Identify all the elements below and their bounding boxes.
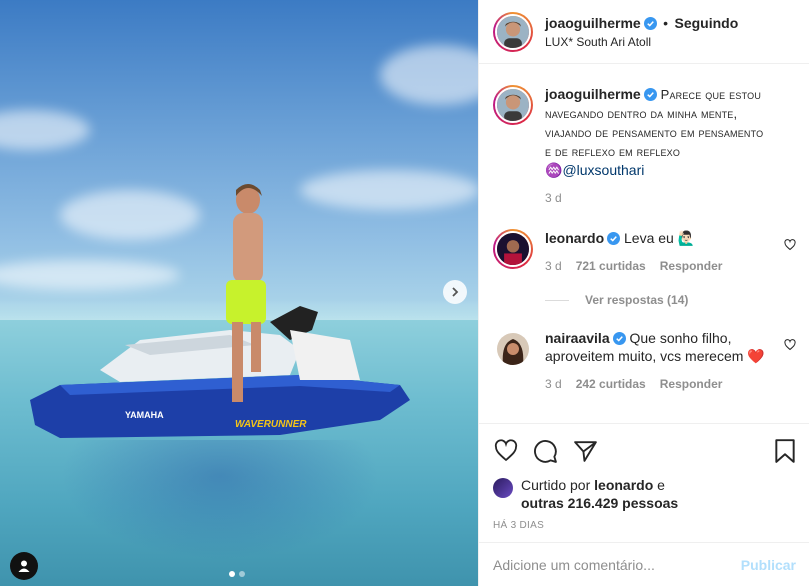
author-avatar[interactable] <box>493 11 533 52</box>
liker-username[interactable]: leonardo <box>594 477 653 493</box>
view-replies-label: Ver respostas (14) <box>585 293 689 307</box>
liked-by-connector: e <box>657 477 665 493</box>
reply-button[interactable]: Responder <box>660 257 723 275</box>
liker-avatar[interactable] <box>493 478 513 498</box>
add-comment-bar: Publicar <box>479 542 809 586</box>
post-side-panel: joaoguilherme • Seguindo LUX* South Ari … <box>478 0 809 586</box>
separator-dot: • <box>663 14 669 31</box>
verified-badge-icon <box>607 232 621 245</box>
send-icon <box>574 440 597 462</box>
verified-badge-icon <box>643 16 657 30</box>
avatar-photo <box>497 15 529 48</box>
comment-username[interactable]: leonardo <box>545 230 604 246</box>
comment-time: 3 d <box>545 259 562 273</box>
liked-by-prefix: Curtido por <box>521 477 591 493</box>
mention-link[interactable]: @luxsouthari <box>562 162 644 178</box>
save-button[interactable] <box>770 436 796 466</box>
view-replies-button[interactable]: Ver respostas (14) <box>545 293 796 307</box>
comment-likes[interactable]: 242 curtidas <box>576 375 646 393</box>
svg-text:WAVERUNNER: WAVERUNNER <box>235 419 307 430</box>
likes-count-link[interactable]: outras 216.429 pessoas <box>521 495 678 511</box>
caption-username[interactable]: joaoguilherme <box>545 86 641 102</box>
post-timestamp[interactable]: HÁ 3 DIAS <box>493 520 796 531</box>
comment-bubble-icon <box>534 439 557 463</box>
verified-badge-icon <box>643 88 657 101</box>
avatar-photo <box>497 333 529 365</box>
aquarius-emoji: ♒ <box>545 162 563 178</box>
avatar-photo <box>497 89 529 121</box>
comment-likes[interactable]: 721 curtidas <box>576 257 646 275</box>
chevron-right-icon <box>452 287 459 297</box>
comment-text: Leva eu 🙋🏻‍♂️ <box>624 230 696 246</box>
following-button[interactable]: Seguindo <box>675 15 739 31</box>
caption-time: 3 d <box>545 191 562 205</box>
post-actions: Curtido por leonardo e outras 216.429 pe… <box>479 423 809 531</box>
carousel-indicator <box>229 571 245 577</box>
commenter-avatar[interactable] <box>493 229 533 269</box>
like-comment-icon[interactable] <box>784 239 796 251</box>
share-button[interactable] <box>573 436 613 466</box>
user-icon <box>18 560 30 572</box>
post-photo[interactable]: YAMAHA WAVERUNNER <box>0 0 478 586</box>
next-photo-button[interactable] <box>443 280 467 304</box>
replies-divider <box>545 299 569 301</box>
comment-time: 3 d <box>545 377 562 391</box>
avatar-photo <box>497 233 529 265</box>
heart-icon <box>494 439 518 462</box>
comment-username[interactable]: nairaavila <box>545 330 610 346</box>
svg-text:YAMAHA: YAMAHA <box>125 410 164 420</box>
verified-badge-icon <box>612 332 626 345</box>
likes-summary: Curtido por leonardo e outras 216.429 pe… <box>493 476 796 512</box>
post-location[interactable]: LUX* South Ari Atoll <box>545 35 738 49</box>
caption: joaoguilherme Parece que estou navegando… <box>493 85 796 207</box>
tagged-users-button[interactable] <box>10 552 38 580</box>
comment-input[interactable] <box>493 556 741 573</box>
like-button[interactable] <box>493 436 533 466</box>
reply-button[interactable]: Responder <box>660 375 723 393</box>
post-header: joaoguilherme • Seguindo LUX* South Ari … <box>479 0 809 64</box>
comments-list[interactable]: joaoguilherme Parece que estou navegando… <box>479 65 809 422</box>
carousel-dot <box>239 571 245 577</box>
like-comment-icon[interactable] <box>784 339 796 351</box>
caption-avatar[interactable] <box>493 85 533 125</box>
author-username[interactable]: joaoguilherme <box>545 15 641 31</box>
comment-button[interactable] <box>533 436 573 466</box>
publish-button[interactable]: Publicar <box>741 557 796 573</box>
commenter-avatar[interactable] <box>493 329 533 369</box>
bookmark-icon <box>775 439 795 463</box>
comment: nairaavila Que sonho filho, aproveitem m… <box>493 329 796 393</box>
comment: leonardo Leva eu 🙋🏻‍♂️ 3 d 721 curtidas … <box>493 229 796 275</box>
jet-ski-illustration: YAMAHA WAVERUNNER <box>30 184 410 438</box>
carousel-dot-active <box>229 571 235 577</box>
instagram-post: YAMAHA WAVERUNNER joaoguilherme • Seguin… <box>0 0 809 586</box>
